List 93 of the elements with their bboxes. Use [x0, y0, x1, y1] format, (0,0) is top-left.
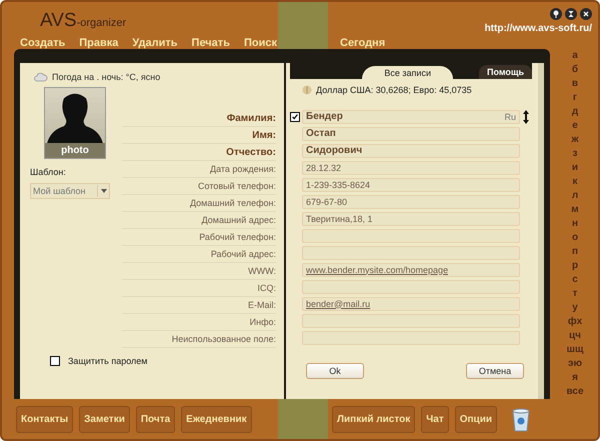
- field-input[interactable]: Сидорович: [302, 144, 520, 158]
- field-label: Рабочий телефон:: [199, 232, 276, 242]
- template-label: Шаблон:: [30, 167, 67, 177]
- field-label: Инфо:: [250, 317, 276, 327]
- field-label: Рабочий адрес:: [210, 249, 276, 259]
- field-input[interactable]: Бендер Ru: [302, 110, 520, 124]
- alphabet-tab[interactable]: цч: [569, 329, 581, 343]
- cloud-icon: [34, 72, 48, 82]
- menu-item[interactable]: Правка: [79, 37, 118, 49]
- hourglass-icon[interactable]: [565, 8, 577, 20]
- today-button[interactable]: Сегодня: [340, 37, 386, 49]
- template-dropdown[interactable]: Мой шаблон: [30, 183, 110, 199]
- field-label: Сотовый телефон:: [198, 181, 276, 191]
- alphabet-tab[interactable]: л: [572, 189, 578, 203]
- field-label: Неиспользованное поле:: [172, 334, 276, 344]
- field-input[interactable]: [302, 330, 520, 344]
- alphabet-tab[interactable]: фх: [568, 315, 582, 329]
- field-input[interactable]: www.bender.mysite.com/homepage: [302, 262, 520, 276]
- website-url[interactable]: http://www.avs-soft.ru/: [484, 23, 592, 34]
- alphabet-tab[interactable]: а: [572, 49, 578, 63]
- menu-item[interactable]: Поиск: [244, 37, 277, 49]
- pin-icon[interactable]: [550, 8, 562, 20]
- currency-rates: Доллар США: 30,6268; Евро: 45,0735: [316, 85, 472, 95]
- alphabet-tab[interactable]: к: [572, 175, 578, 189]
- field-label: E-Mail:: [248, 300, 276, 310]
- field-input[interactable]: [302, 314, 520, 328]
- weather-text: Погода на . ночь: °C, ясно: [52, 72, 160, 82]
- field-input[interactable]: bender@mail.ru: [302, 296, 520, 310]
- alphabet-tab[interactable]: и: [572, 161, 578, 175]
- field-label: WWW:: [248, 266, 276, 276]
- alphabet-tab[interactable]: м: [571, 203, 579, 217]
- coin-icon: [302, 85, 312, 95]
- field-label: Фамилия:: [226, 112, 276, 124]
- menu-item[interactable]: Удалить: [132, 37, 178, 49]
- field-input[interactable]: 28.12.32: [302, 160, 520, 174]
- alphabet-tab[interactable]: с: [572, 273, 578, 287]
- section-tab[interactable]: Заметки: [79, 406, 130, 432]
- alphabet-tab[interactable]: е: [572, 119, 578, 133]
- section-tab[interactable]: Липкий листок: [332, 406, 416, 432]
- avatar-placeholder[interactable]: photo: [44, 87, 106, 159]
- app-logo: AVS-organizer: [40, 10, 128, 32]
- section-tab[interactable]: Контакты: [16, 406, 74, 432]
- alphabet-tab[interactable]: у: [572, 301, 578, 315]
- section-tab[interactable]: Чат: [421, 406, 449, 432]
- strap: [278, 399, 328, 439]
- field-label: Домашний адрес:: [202, 215, 276, 225]
- cancel-button[interactable]: Отмена: [466, 363, 524, 379]
- menu-item[interactable]: Создать: [20, 37, 66, 49]
- password-label: Защитить паролем: [68, 356, 148, 366]
- alphabet-tab[interactable]: шщ: [566, 343, 584, 357]
- field-input[interactable]: 1-239-335-8624: [302, 178, 520, 192]
- field-input[interactable]: Тверитина,18, 1: [302, 212, 520, 226]
- recycle-bin-icon[interactable]: [511, 406, 531, 432]
- strap: [278, 2, 328, 49]
- field-input[interactable]: [302, 246, 520, 260]
- alphabet-tab[interactable]: д: [572, 105, 578, 119]
- alphabet-tab[interactable]: я: [572, 371, 578, 385]
- field-label: Домашний телефон:: [190, 198, 276, 208]
- menu-item[interactable]: Печать: [192, 37, 230, 49]
- help-button[interactable]: Помощь: [478, 65, 532, 79]
- alphabet-tab[interactable]: б: [572, 63, 578, 77]
- field-label: ICQ:: [257, 283, 276, 293]
- all-records-tab[interactable]: Все записи: [362, 66, 453, 79]
- language-label: Ru: [504, 112, 516, 122]
- up-down-arrows-icon[interactable]: [523, 110, 529, 124]
- field-input[interactable]: [302, 280, 520, 294]
- record-checkbox[interactable]: [290, 112, 300, 122]
- caret-icon: [100, 189, 106, 193]
- field-label: Имя:: [252, 130, 276, 140]
- field-input[interactable]: 679-67-80: [302, 194, 520, 208]
- alphabet-tab[interactable]: п: [572, 245, 578, 259]
- field-input[interactable]: Остап: [302, 126, 520, 140]
- photo-caption: photo: [45, 143, 105, 158]
- field-input[interactable]: [302, 228, 520, 242]
- section-tab[interactable]: Ежедневник: [181, 406, 252, 432]
- field-label: Дата рождения:: [210, 164, 276, 174]
- alphabet-tab[interactable]: эю: [568, 357, 582, 371]
- field-label: Отчество:: [226, 146, 276, 158]
- password-checkbox[interactable]: [50, 356, 60, 366]
- alphabet-tab[interactable]: в: [572, 77, 578, 91]
- alphabet-tab[interactable]: н: [572, 217, 578, 231]
- section-tab[interactable]: Почта: [136, 406, 176, 432]
- alphabet-tab[interactable]: о: [572, 231, 578, 245]
- ok-button[interactable]: Ok: [306, 363, 364, 379]
- alphabet-tab[interactable]: г: [572, 91, 578, 105]
- alphabet-tab[interactable]: все: [566, 385, 584, 399]
- section-tab[interactable]: Опции: [454, 406, 497, 432]
- silhouette-icon: [46, 91, 104, 143]
- close-icon[interactable]: [580, 8, 592, 20]
- alphabet-tab[interactable]: р: [572, 259, 578, 273]
- alphabet-tab[interactable]: т: [572, 287, 578, 301]
- alphabet-tab[interactable]: ж: [571, 133, 579, 147]
- alphabet-tab[interactable]: з: [572, 147, 578, 161]
